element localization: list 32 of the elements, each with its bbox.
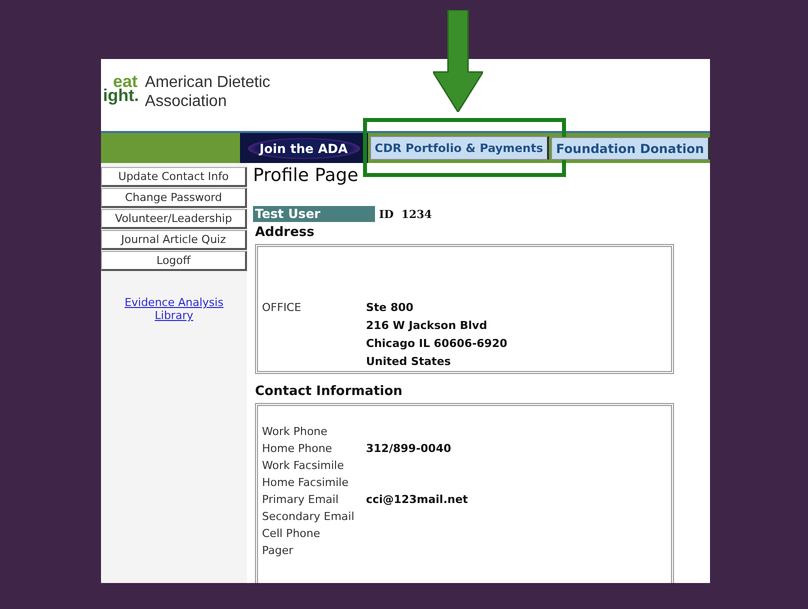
sidebar-item[interactable]: Volunteer/Leadership [101,209,247,229]
user-id: ID 1234 [379,208,432,220]
address-line: Ste 800 [366,300,414,316]
sidebar-item[interactable]: Journal Article Quiz [101,230,247,250]
field-label: Cell Phone [262,526,322,542]
field-label: Pager [262,543,294,559]
address-type: OFFICE [262,300,302,316]
section-heading: Contact Information [255,384,404,399]
nav-tab[interactable]: Foundation Donation [551,136,710,160]
nav-tab[interactable]: CDR Portfolio & Payments [370,136,550,160]
field-label: Secondary Email [262,509,356,525]
down-arrow-icon [432,10,483,112]
sidebar-item[interactable]: Logoff [101,251,247,271]
join-button[interactable]: Join the ADA [248,138,360,158]
sidebar-item[interactable]: Change Password [101,188,247,208]
sidebar-item[interactable]: Update Contact Info [101,167,247,187]
address-line: 216 W Jackson Blvd [366,318,488,334]
field-label: Primary Email [262,492,340,508]
field-value: cci@123mail.net [366,492,468,508]
field-label: Work Phone [262,424,328,440]
section-heading: Address [255,225,316,240]
user-name: Test User [253,206,375,222]
field-label: Home Facsimile [262,475,350,491]
field-value: 312/899-0040 [366,441,452,457]
library-link[interactable]: Evidence Analysis Library [119,296,229,322]
logo-name: American Dietetic Association [144,73,270,111]
address-line: United States [366,354,452,370]
page-title: Profile Page [253,165,360,186]
field-label: Work Facsimile [262,458,345,474]
logo-mark: eat ight. [103,75,139,103]
address-line: Chicago IL 60606-6920 [366,336,508,352]
field-label: Home Phone [262,441,334,457]
